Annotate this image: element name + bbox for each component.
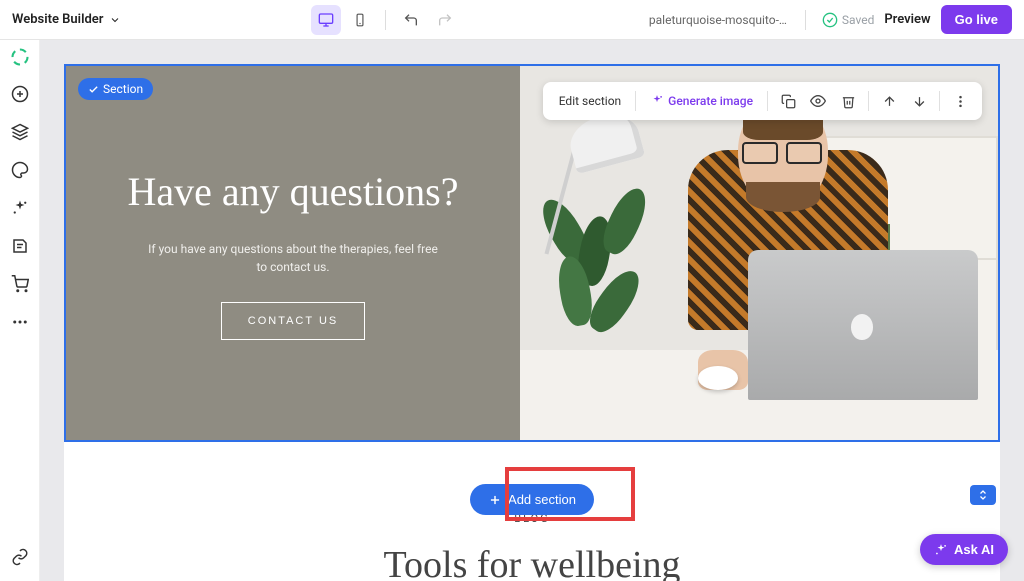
section-badge[interactable]: Section — [78, 78, 153, 100]
trash-icon — [841, 94, 856, 109]
eye-icon — [810, 93, 826, 109]
link-button[interactable] — [8, 545, 32, 569]
divider — [635, 91, 636, 111]
add-section-label: Add section — [508, 492, 576, 507]
duplicate-button[interactable] — [774, 88, 802, 114]
add-section-button[interactable]: Add section — [470, 484, 594, 515]
section-text-column: Have any questions? If you have any ques… — [66, 66, 520, 440]
sparkles-icon — [934, 543, 948, 557]
mobile-icon — [353, 13, 367, 27]
sparkles-icon — [650, 94, 664, 108]
top-bar: Website Builder paleturquoise-mosquito-3… — [0, 0, 1024, 40]
styles-button[interactable] — [8, 158, 32, 182]
resize-handle[interactable] — [970, 485, 996, 505]
more-button[interactable] — [8, 310, 32, 334]
delete-button[interactable] — [834, 88, 862, 114]
sparkles-icon — [11, 199, 29, 217]
blog-heading[interactable]: Tools for wellbeing — [64, 543, 1000, 581]
ask-ai-button[interactable]: Ask AI — [920, 534, 1008, 565]
site-name[interactable]: paleturquoise-mosquito-369... — [649, 13, 789, 27]
ask-ai-label: Ask AI — [954, 542, 994, 557]
edit-section-button[interactable]: Edit section — [551, 90, 629, 112]
move-up-button[interactable] — [875, 88, 903, 114]
divider — [385, 10, 386, 30]
move-down-button[interactable] — [905, 88, 933, 114]
app-title: Website Builder — [12, 12, 103, 27]
undo-icon — [403, 12, 419, 28]
check-circle-icon — [822, 12, 838, 28]
palette-icon — [11, 161, 29, 179]
hero-image — [520, 66, 998, 440]
plus-icon — [488, 493, 502, 507]
chevron-down-icon — [109, 14, 121, 26]
section-badge-label: Section — [103, 82, 143, 96]
section-image-column[interactable]: Edit section Generate image — [520, 66, 998, 440]
arrow-down-icon — [912, 94, 927, 109]
arrow-up-icon — [882, 94, 897, 109]
left-sidebar — [0, 40, 40, 581]
plus-circle-icon — [11, 85, 29, 103]
add-section-bar: Add section — [40, 484, 1024, 515]
preview-button[interactable]: Preview — [884, 12, 930, 27]
blog-button[interactable] — [8, 234, 32, 258]
divider — [767, 91, 768, 111]
image-edit-toolbar: Edit section Generate image — [543, 82, 982, 120]
selected-section[interactable]: Section Have any questions? If you have … — [64, 64, 1000, 442]
layers-button[interactable] — [8, 120, 32, 144]
topbar-right: paleturquoise-mosquito-369... Saved Prev… — [649, 5, 1012, 34]
app-switcher[interactable]: Website Builder — [12, 12, 121, 27]
divider — [939, 91, 940, 111]
logo-icon — [10, 47, 30, 67]
cart-icon — [11, 275, 29, 293]
save-status: Saved — [822, 12, 874, 28]
redo-button[interactable] — [430, 5, 460, 35]
desktop-icon — [318, 12, 334, 28]
saved-label: Saved — [842, 13, 874, 27]
topbar-center — [121, 5, 648, 35]
ai-tools-button[interactable] — [8, 196, 32, 220]
divider — [868, 91, 869, 111]
contact-us-button[interactable]: CONTACT US — [221, 302, 366, 340]
document-icon — [11, 237, 29, 255]
canvas[interactable]: Section Have any questions? If you have … — [40, 40, 1024, 581]
desktop-view-button[interactable] — [311, 5, 341, 35]
go-live-button[interactable]: Go live — [941, 5, 1012, 34]
mobile-view-button[interactable] — [345, 5, 375, 35]
redo-icon — [437, 12, 453, 28]
link-icon — [11, 548, 29, 566]
dots-icon — [11, 313, 29, 331]
divider — [805, 10, 806, 30]
add-element-button[interactable] — [8, 82, 32, 106]
generate-image-button[interactable]: Generate image — [642, 90, 761, 112]
undo-button[interactable] — [396, 5, 426, 35]
resize-vertical-icon — [977, 489, 989, 501]
visibility-button[interactable] — [804, 88, 832, 114]
logo[interactable] — [9, 46, 31, 68]
check-icon — [88, 84, 99, 95]
more-options-button[interactable] — [946, 88, 974, 114]
copy-icon — [781, 94, 796, 109]
section-heading[interactable]: Have any questions? — [127, 166, 458, 218]
dots-vertical-icon — [953, 94, 968, 109]
store-button[interactable] — [8, 272, 32, 296]
layers-icon — [11, 123, 29, 141]
section-body[interactable]: If you have any questions about the ther… — [143, 240, 443, 276]
generate-image-label: Generate image — [668, 94, 753, 108]
